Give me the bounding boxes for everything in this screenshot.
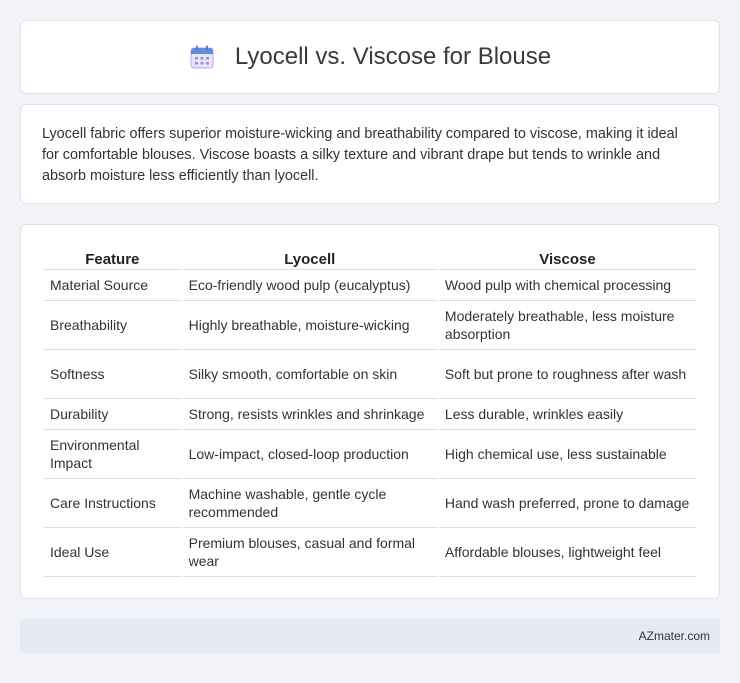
title-wrap: Lyocell vs. Viscose for Blouse (189, 43, 551, 71)
page-title: Lyocell vs. Viscose for Blouse (234, 43, 552, 70)
table-row: Softness Silky smooth, comfortable on sk… (44, 350, 696, 399)
calendar-icon (189, 44, 215, 70)
viscose-cell: Affordable blouses, lightweight feel (438, 528, 696, 577)
lyocell-cell: Eco-friendly wood pulp (eucalyptus) (182, 270, 437, 301)
comparison-table: Feature Lyocell Viscose Material Source … (42, 246, 698, 577)
table-row: Material Source Eco-friendly wood pulp (… (44, 270, 696, 301)
lyocell-cell: Strong, resists wrinkles and shrinkage (182, 399, 437, 430)
lyocell-cell: Premium blouses, casual and formal wear (182, 528, 437, 577)
viscose-cell: Less durable, wrinkles easily (438, 399, 696, 430)
header-lyocell: Lyocell (182, 246, 437, 270)
feature-cell: Environmental Impact (44, 430, 181, 479)
viscose-cell: High chemical use, less sustainable (438, 430, 696, 479)
table-row: Durability Strong, resists wrinkles and … (44, 399, 696, 430)
table-row: Ideal Use Premium blouses, casual and fo… (44, 528, 696, 577)
lyocell-cell: Low-impact, closed-loop production (182, 430, 437, 479)
footer-bar: AZmater.com (20, 619, 720, 653)
table-row: Breathability Highly breathable, moistur… (44, 301, 696, 350)
title-card: Lyocell vs. Viscose for Blouse (20, 20, 720, 94)
footer-brand: AZmater.com (638, 629, 710, 643)
intro-card: Lyocell fabric offers superior moisture-… (20, 104, 720, 204)
viscose-cell: Moderately breathable, less moisture abs… (438, 301, 696, 350)
intro-text: Lyocell fabric offers superior moisture-… (42, 126, 678, 184)
table-row: Environmental Impact Low-impact, closed-… (44, 430, 696, 479)
viscose-cell: Hand wash preferred, prone to damage (438, 479, 696, 528)
feature-cell: Care Instructions (44, 479, 181, 528)
lyocell-cell: Machine washable, gentle cycle recommend… (182, 479, 437, 528)
table-row: Care Instructions Machine washable, gent… (44, 479, 696, 528)
lyocell-cell: Highly breathable, moisture-wicking (182, 301, 437, 350)
feature-cell: Durability (44, 399, 181, 430)
feature-cell: Breathability (44, 301, 181, 350)
viscose-cell: Soft but prone to roughness after wash (438, 350, 696, 399)
feature-cell: Softness (44, 350, 181, 399)
feature-cell: Ideal Use (44, 528, 181, 577)
comparison-card: Feature Lyocell Viscose Material Source … (20, 224, 720, 599)
table-header-row: Feature Lyocell Viscose (44, 246, 696, 270)
viscose-cell: Wood pulp with chemical processing (438, 270, 696, 301)
header-viscose: Viscose (438, 246, 696, 270)
header-feature: Feature (44, 246, 181, 270)
feature-cell: Material Source (44, 270, 181, 301)
lyocell-cell: Silky smooth, comfortable on skin (182, 350, 437, 399)
